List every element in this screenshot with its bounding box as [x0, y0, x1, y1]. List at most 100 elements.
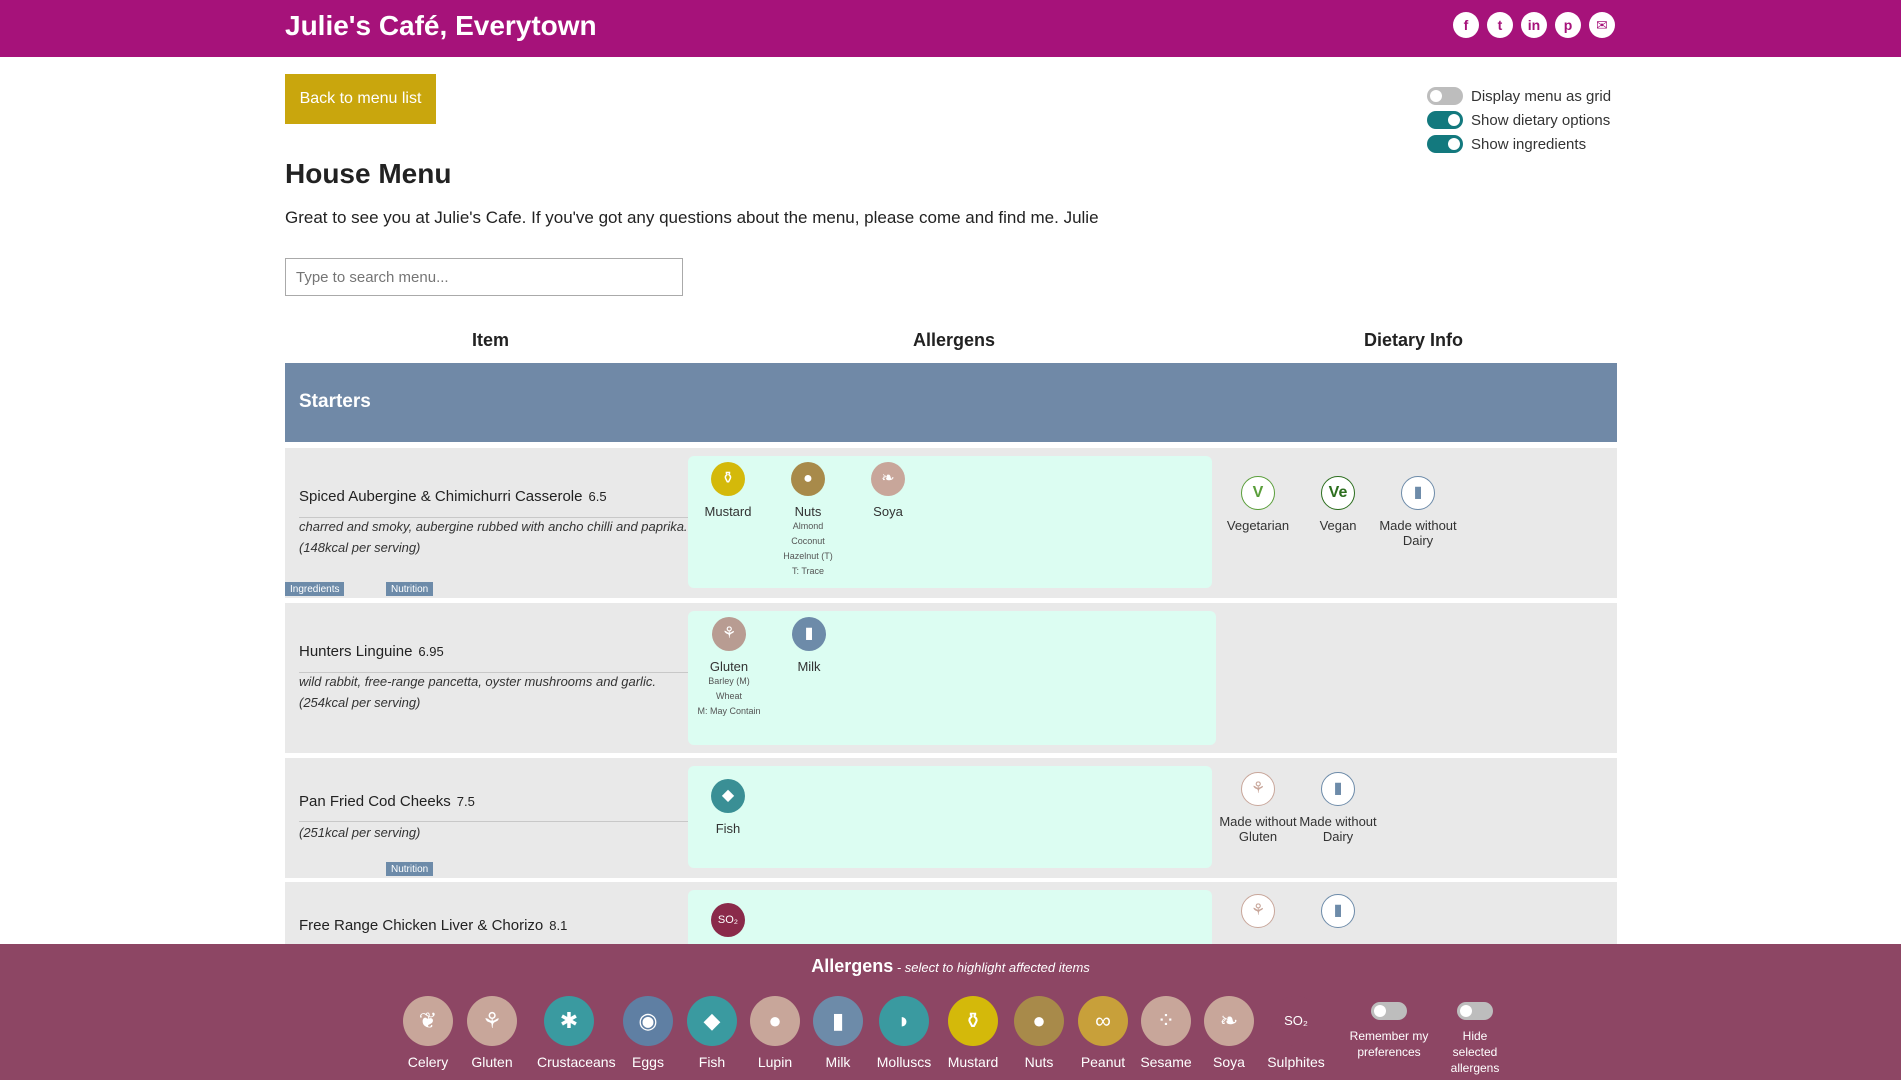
no-gluten-icon: ⚘: [1241, 894, 1275, 928]
filter-soya[interactable]: ❧ Soya: [1197, 996, 1261, 1070]
crustaceans-icon: ✱: [544, 996, 594, 1046]
filter-sesame[interactable]: ⁘ Sesame: [1134, 996, 1198, 1070]
item-name: Pan Fried Cod Cheeks 7.5: [299, 793, 475, 810]
linkedin-icon[interactable]: in: [1521, 12, 1547, 38]
filter-mustard[interactable]: ⚱ Mustard: [941, 996, 1005, 1070]
gluten-icon: ⚘: [712, 617, 746, 651]
filter-nuts[interactable]: ● Nuts: [1007, 996, 1071, 1070]
allergen-box: SO₂: [688, 890, 1212, 944]
dietary-no-dairy: ▮ Made without Dairy: [1298, 772, 1378, 844]
no-dairy-icon: ▮: [1401, 476, 1435, 510]
allergen-box: ⚱ Mustard ● Nuts Almond Coconut Hazelnut…: [688, 456, 1212, 588]
dietary-switch[interactable]: [1427, 111, 1463, 129]
allergen-filter-bar: Allergens - select to highlight affected…: [0, 944, 1901, 1080]
filter-peanut[interactable]: ∞ Peanut: [1071, 996, 1135, 1070]
nutrition-tab[interactable]: Nutrition: [386, 862, 434, 876]
menu-item-row[interactable]: Hunters Linguine 6.95 wild rabbit, free-r…: [285, 603, 1617, 753]
lupin-icon: ●: [750, 996, 800, 1046]
item-price: 7.5: [456, 794, 475, 809]
pinterest-icon[interactable]: p: [1555, 12, 1581, 38]
ingredients-switch[interactable]: [1427, 135, 1463, 153]
sulphites-icon: SO₂: [1271, 996, 1321, 1046]
allergen-filter-title: Allergens - select to highlight affected…: [811, 956, 1090, 976]
item-description: (251kcal per serving): [299, 825, 421, 840]
column-header-dietary: Dietary Info: [1364, 330, 1464, 350]
email-icon[interactable]: ✉: [1589, 12, 1615, 38]
view-toggles: Display menu as grid Show dietary option…: [1427, 84, 1611, 156]
soya-icon: ❧: [871, 462, 905, 496]
nuts-icon: ●: [791, 462, 825, 496]
mustard-icon: ⚱: [948, 996, 998, 1046]
grid-switch[interactable]: [1427, 87, 1463, 105]
nutrition-tab[interactable]: Nutrition: [386, 582, 434, 596]
allergen-box: ⚘ Gluten Barley (M) Wheat M: May Contain…: [688, 611, 1216, 745]
filter-eggs[interactable]: ◉ Eggs: [616, 996, 680, 1070]
vegan-icon: Ve: [1321, 476, 1355, 510]
no-gluten-icon: ⚘: [1241, 772, 1275, 806]
milk-icon: ▮: [792, 617, 826, 651]
toggle-ingredients[interactable]: Show ingredients: [1427, 132, 1611, 156]
menu-item-row[interactable]: Free Range Chicken Liver & Chorizo 8.1 SO…: [285, 882, 1617, 944]
item-name: Hunters Linguine 6.95: [299, 643, 444, 660]
dietary-no-dairy: ▮ Made without Dairy: [1378, 476, 1458, 548]
page-title: House Menu: [285, 158, 452, 189]
site-title: Julie's Café, Everytown: [285, 10, 597, 41]
allergen-gluten: ⚘ Gluten Barley (M) Wheat M: May Contain: [689, 617, 769, 719]
milk-icon: ▮: [813, 996, 863, 1046]
eggs-icon: ◉: [623, 996, 673, 1046]
social-links: f t in p ✉: [1453, 12, 1615, 38]
no-dairy-icon: ▮: [1321, 772, 1355, 806]
vegetarian-icon: V: [1241, 476, 1275, 510]
twitter-icon[interactable]: t: [1487, 12, 1513, 38]
allergen-milk: ▮ Milk: [769, 617, 849, 674]
toggle-label: Show dietary options: [1471, 111, 1611, 129]
filter-gluten[interactable]: ⚘ Gluten: [460, 996, 524, 1070]
allergen-sulphites: SO₂: [688, 903, 768, 937]
hide-selected-toggle[interactable]: Hide selected allergens: [1433, 1002, 1517, 1076]
no-dairy-icon: ▮: [1321, 894, 1355, 928]
section-title: Starters: [299, 391, 371, 412]
filter-fish[interactable]: ◆ Fish: [680, 996, 744, 1070]
fish-icon: ◆: [711, 779, 745, 813]
filter-molluscs[interactable]: ◗ Molluscs: [872, 996, 936, 1070]
section-header-starters[interactable]: Starters: [285, 363, 1617, 442]
filter-sulphites[interactable]: SO₂ Sulphites: [1264, 996, 1328, 1070]
menu-item-row[interactable]: Spiced Aubergine & Chimichurri Casserole…: [285, 448, 1617, 598]
filter-lupin[interactable]: ● Lupin: [743, 996, 807, 1070]
toggle-grid[interactable]: Display menu as grid: [1427, 84, 1611, 108]
filter-milk[interactable]: ▮ Milk: [806, 996, 870, 1070]
toggle-label: Display menu as grid: [1471, 87, 1612, 105]
sesame-icon: ⁘: [1141, 996, 1191, 1046]
search-input[interactable]: [285, 258, 683, 296]
toggle-dietary[interactable]: Show dietary options: [1427, 108, 1611, 132]
soya-icon: ❧: [1204, 996, 1254, 1046]
intro-text: Great to see you at Julie's Cafe. If you…: [285, 208, 1099, 227]
hide-switch[interactable]: [1457, 1002, 1493, 1020]
column-header-item: Item: [472, 330, 510, 350]
dietary-vegetarian: V Vegetarian: [1218, 476, 1298, 533]
menu-item-row[interactable]: Pan Fried Cod Cheeks 7.5 (251kcal per ser…: [285, 758, 1617, 878]
item-description: charred and smoky, aubergine rubbed with…: [299, 519, 688, 555]
dietary-no-gluten: ⚘ Made without Gluten: [1218, 772, 1298, 844]
item-name: Free Range Chicken Liver & Chorizo 8.1: [299, 917, 568, 934]
item-description: wild rabbit, free-range pancetta, oyster…: [299, 674, 656, 710]
dietary-vegan: Ve Vegan: [1298, 476, 1378, 533]
item-price: 6.95: [418, 644, 444, 659]
filter-celery[interactable]: ❦ Celery: [396, 996, 460, 1070]
nuts-icon: ●: [1014, 996, 1064, 1046]
dietary-no-dairy: ▮: [1298, 894, 1378, 928]
celery-icon: ❦: [403, 996, 453, 1046]
allergen-box: ◆ Fish: [688, 766, 1212, 868]
allergen-fish: ◆ Fish: [688, 779, 768, 836]
column-header-allergens: Allergens: [913, 330, 996, 350]
facebook-icon[interactable]: f: [1453, 12, 1479, 38]
allergen-mustard: ⚱ Mustard: [688, 462, 768, 519]
remember-switch[interactable]: [1371, 1002, 1407, 1020]
item-name: Spiced Aubergine & Chimichurri Casserole…: [299, 488, 607, 505]
top-bar: Julie's Café, Everytown f t in p ✉: [0, 0, 1901, 57]
ingredients-tab[interactable]: Ingredients: [285, 582, 345, 596]
dietary-no-gluten: ⚘: [1218, 894, 1298, 928]
remember-preferences-toggle[interactable]: Remember my preferences: [1347, 1002, 1431, 1060]
filter-crustaceans[interactable]: ✱ Crustaceans: [537, 996, 616, 1070]
back-to-menu-list-button[interactable]: Back to menu list: [285, 74, 436, 124]
